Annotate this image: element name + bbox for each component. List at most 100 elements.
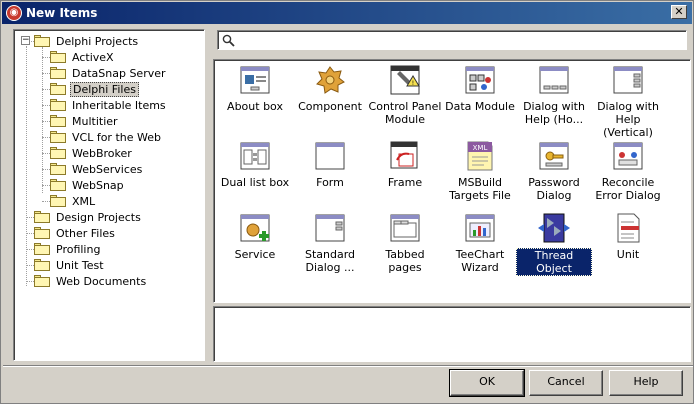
item-label: TeeChart Wizard: [455, 248, 505, 274]
tree-item[interactable]: Multitier: [50, 113, 120, 129]
item-label: Service: [234, 248, 276, 261]
tree-item-label: Delphi Projects: [56, 34, 139, 48]
tree-item-label: Web Documents: [56, 274, 147, 288]
folder-icon: [34, 275, 50, 287]
category-tree[interactable]: Delphi Projects − ActiveX DataSnap Server De…: [13, 29, 205, 361]
folder-icon: [50, 195, 66, 207]
folder-icon: [50, 163, 66, 175]
tree-connector: [42, 137, 50, 138]
item-label: Reconcile Error Dialog: [595, 176, 661, 202]
item-about-box[interactable]: About box: [217, 64, 293, 113]
item-dialog-with-help-vertical[interactable]: Dialog with Help (Vertical): [590, 64, 666, 139]
item-password-dialog[interactable]: Password Dialog: [516, 140, 592, 202]
tree-item[interactable]: WebSnap: [50, 177, 126, 193]
tree-connector: [26, 233, 34, 234]
svg-text:!: !: [412, 80, 414, 87]
collapse-toggle[interactable]: −: [21, 36, 30, 45]
tree-item-label: DataSnap Server: [72, 66, 166, 80]
folder-icon: [50, 131, 66, 143]
item-reconcile-error-dialog[interactable]: Reconcile Error Dialog: [590, 140, 666, 202]
window-title: New Items: [26, 6, 98, 20]
tree-item[interactable]: Delphi Projects: [34, 33, 140, 49]
item-label: Dialog with Help (Ho...: [523, 100, 585, 126]
tree-connector: [42, 89, 50, 90]
item-data-module[interactable]: Data Module: [442, 64, 518, 113]
reconcile-error-dialog-icon: [612, 140, 644, 172]
item-tabbed-pages[interactable]: Tabbed pages: [367, 212, 443, 274]
tree-item-label: WebBroker: [72, 146, 132, 160]
item-label: Standard Dialog ...: [304, 248, 356, 274]
item-dialog-with-help[interactable]: Dialog with Help (Ho...: [516, 64, 592, 126]
folder-icon: [50, 179, 66, 191]
tree-connector: [42, 121, 50, 122]
standard-dialog-icon: [314, 212, 346, 244]
item-frame[interactable]: Frame: [367, 140, 443, 189]
item-service[interactable]: Service: [217, 212, 293, 261]
tabbed-pages-icon: [389, 212, 421, 244]
folder-icon: [34, 35, 50, 47]
tree-item-label: Multitier: [72, 114, 118, 128]
tree-item[interactable]: ActiveX: [50, 49, 116, 65]
teechart-wizard-icon: [464, 212, 496, 244]
item-teechart-wizard[interactable]: TeeChart Wizard: [442, 212, 518, 274]
tree-item[interactable]: WebServices: [50, 161, 144, 177]
service-icon: [239, 212, 271, 244]
tree-item[interactable]: Profiling: [34, 241, 102, 257]
component-icon: [314, 64, 346, 96]
svg-text:XML: XML: [473, 144, 488, 152]
tree-item[interactable]: DataSnap Server: [50, 65, 168, 81]
tree-connector: [42, 185, 50, 186]
item-form[interactable]: Form: [292, 140, 368, 189]
dialog-with-help-vertical-icon: [612, 64, 644, 96]
tree-connector: [42, 105, 50, 106]
tree-item-label: Other Files: [56, 226, 115, 240]
tree-connector: [42, 73, 50, 74]
tree-item[interactable]: VCL for the Web: [50, 129, 163, 145]
tree-item[interactable]: Web Documents: [34, 273, 148, 289]
tree-connector: [42, 47, 43, 193]
help-button[interactable]: Help: [609, 370, 683, 396]
item-thread-object[interactable]: Thread Object: [516, 212, 592, 276]
item-standard-dialog[interactable]: Standard Dialog ...: [292, 212, 368, 274]
tree-item[interactable]: WebBroker: [50, 145, 134, 161]
item-label: Dialog with Help (Vertical): [597, 100, 659, 139]
tree-item[interactable]: XML: [50, 193, 97, 209]
tree-item-label: WebSnap: [72, 178, 124, 192]
tree-item-label: Unit Test: [56, 258, 104, 272]
folder-icon: [50, 115, 66, 127]
item-control-panel-module[interactable]: ! Control Panel Module: [367, 64, 443, 126]
close-button[interactable]: ✕: [671, 5, 687, 19]
item-label: Password Dialog: [528, 176, 580, 202]
form-icon: [314, 140, 346, 172]
tree-item[interactable]: Design Projects: [34, 209, 143, 225]
new-items-dialog: ◉ New Items ✕ Delphi Projects − ActiveX Dat…: [0, 0, 694, 404]
item-component[interactable]: Component: [292, 64, 368, 113]
tree-connector: [26, 46, 27, 286]
title-bar[interactable]: ◉ New Items ✕: [2, 2, 692, 24]
password-dialog-icon: [538, 140, 570, 172]
tree-item[interactable]: Inheritable Items: [50, 97, 168, 113]
tree-item[interactable]: Delphi Files: [50, 81, 139, 97]
dual-list-box-icon: [239, 140, 271, 172]
control-panel-module-icon: !: [389, 64, 421, 96]
search-icon: [222, 34, 235, 47]
tree-item-label: Profiling: [56, 242, 101, 256]
item-msbuild-targets-file[interactable]: XML MSBuild Targets File: [442, 140, 518, 202]
item-label: Frame: [387, 176, 423, 189]
cancel-button[interactable]: Cancel: [529, 370, 603, 396]
item-label: Dual list box: [220, 176, 290, 189]
search-field[interactable]: [217, 30, 687, 50]
tree-item[interactable]: Other Files: [34, 225, 117, 241]
item-label: Unit: [616, 248, 640, 261]
folder-icon: [34, 227, 50, 239]
item-dual-list-box[interactable]: Dual list box: [217, 140, 293, 189]
tree-connector: [42, 153, 50, 154]
item-label: About box: [227, 100, 283, 113]
tree-connector: [26, 249, 34, 250]
tree-item-label: WebServices: [72, 162, 143, 176]
items-view[interactable]: About box Component! Control Panel Module …: [213, 59, 691, 303]
item-unit[interactable]: Unit: [590, 212, 666, 261]
tree-item[interactable]: Unit Test: [34, 257, 106, 273]
ok-button[interactable]: OK: [449, 369, 525, 397]
folder-icon: [50, 99, 66, 111]
